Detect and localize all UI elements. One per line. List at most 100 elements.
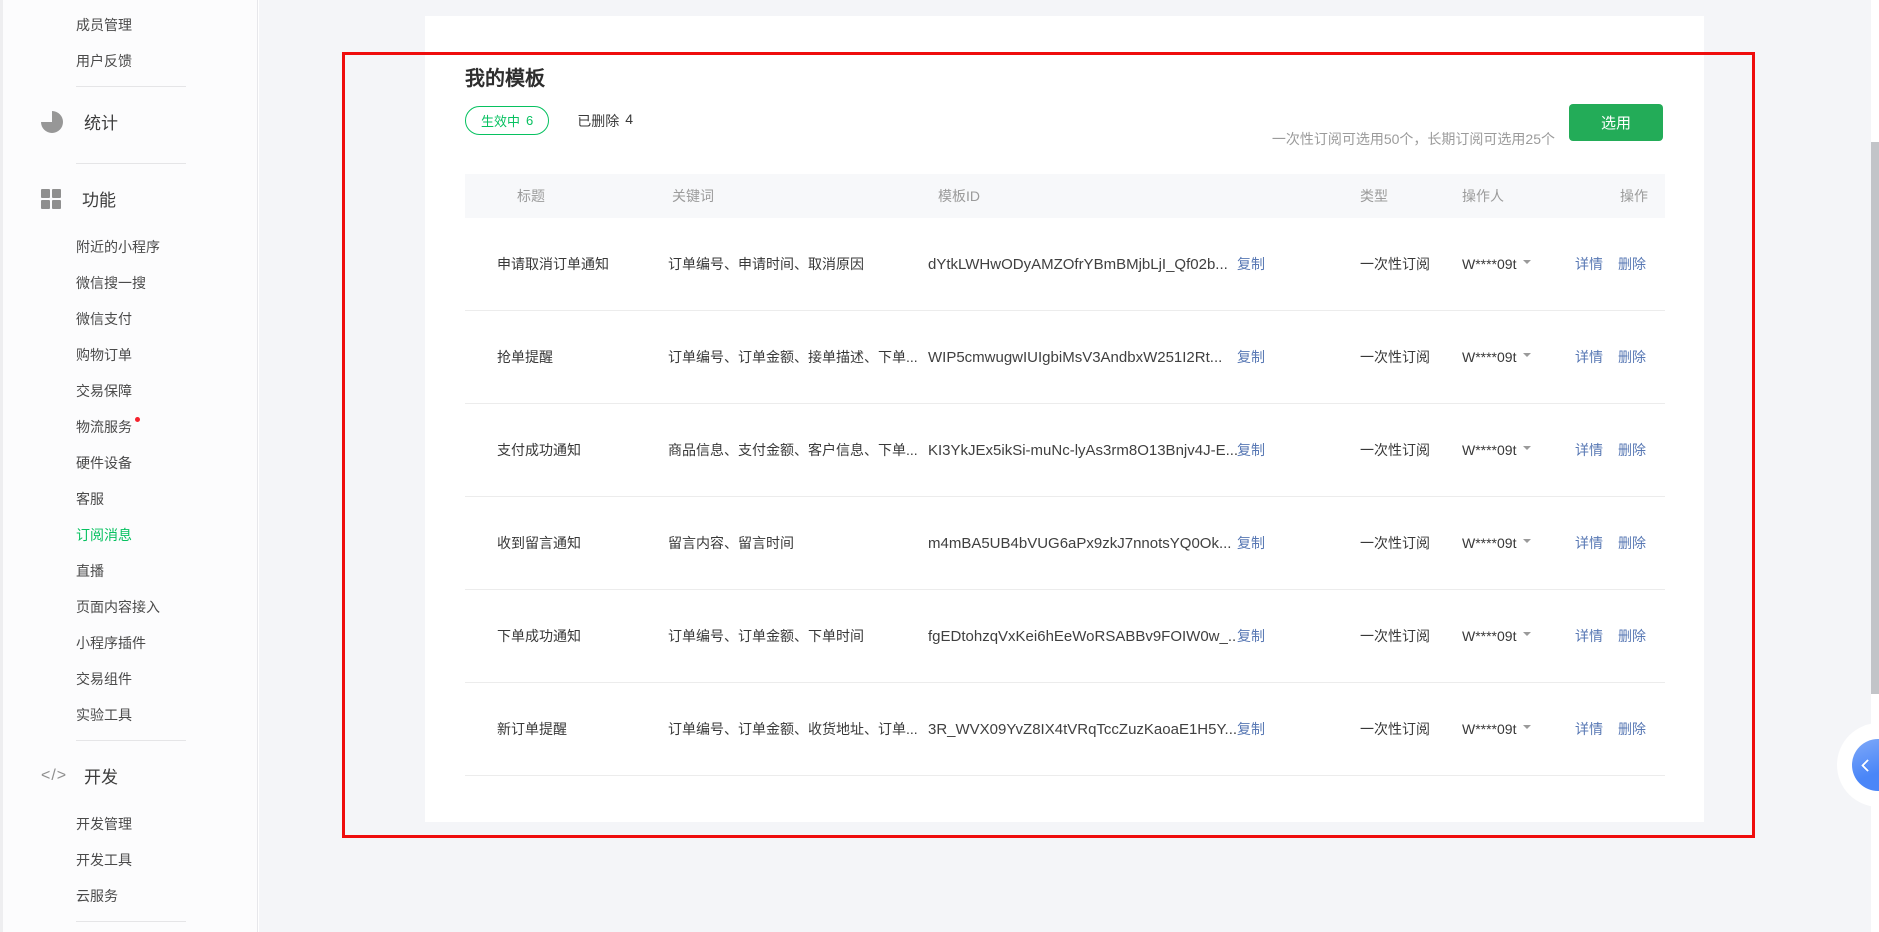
template-type: 一次性订阅: [1360, 626, 1462, 646]
template-type: 一次性订阅: [1360, 533, 1462, 553]
row-actions: 详情删除: [1575, 347, 1665, 367]
sidebar-item-func-7[interactable]: 客服: [0, 481, 257, 517]
chevron-down-icon: [1523, 260, 1531, 268]
delete-link[interactable]: 删除: [1618, 440, 1646, 460]
table-header-row: 标题 关键词 模板ID 类型 操作人 操作: [465, 174, 1665, 218]
template-keywords: 订单编号、订单金额、收货地址、订单...: [668, 719, 928, 739]
copy-template-id-link[interactable]: 复制: [1237, 719, 1360, 739]
sidebar-section-develop[interactable]: </> 开发: [0, 741, 257, 810]
template-type: 一次性订阅: [1360, 719, 1462, 739]
template-type: 一次性订阅: [1360, 254, 1462, 274]
detail-link[interactable]: 详情: [1575, 347, 1603, 367]
chevron-left-icon: [1861, 759, 1874, 772]
select-template-button[interactable]: 选用: [1569, 104, 1663, 141]
table-row: 抢单提醒订单编号、订单金额、接单描述、下单...WIP5cmwugwIUIgbi…: [465, 311, 1665, 404]
sidebar-item-func-2[interactable]: 微信支付: [0, 301, 257, 337]
col-header-operator: 操作人: [1462, 186, 1575, 206]
sidebar-item-func-13[interactable]: 实验工具: [0, 697, 257, 733]
template-title: 支付成功通知: [465, 440, 668, 460]
copy-template-id-link[interactable]: 复制: [1237, 440, 1360, 460]
template-id: fgEDtohzqVxKei6hEeWoRSABBv9FOIW0w_...: [928, 628, 1237, 645]
col-header-title: 标题: [465, 186, 668, 206]
template-id: WIP5cmwugwIUIgbiMsV3AndbxW251I2Rt...: [928, 349, 1237, 366]
template-keywords: 留言内容、留言时间: [668, 533, 928, 553]
sidebar-item-dev-2[interactable]: 云服务: [0, 878, 257, 914]
col-header-template-id: 模板ID: [928, 186, 1237, 206]
quota-note: 一次性订阅可选用50个，长期订阅可选用25个: [1272, 129, 1555, 149]
sidebar-item-func-4[interactable]: 交易保障: [0, 373, 257, 409]
sidebar-section-stats[interactable]: 统计: [0, 87, 257, 156]
operator-dropdown[interactable]: W****09t: [1462, 535, 1575, 551]
template-keywords: 订单编号、申请时间、取消原因: [668, 254, 928, 274]
template-id: KI3YkJEx5ikSi-muNc-lyAs3rm8O13Bnjv4J-E..…: [928, 442, 1237, 459]
table-row: 支付成功通知商品信息、支付金额、客户信息、下单...KI3YkJEx5ikSi-…: [465, 404, 1665, 497]
detail-link[interactable]: 详情: [1575, 719, 1603, 739]
template-type: 一次性订阅: [1360, 347, 1462, 367]
sidebar-item-func-5[interactable]: 物流服务: [0, 409, 257, 445]
operator-dropdown[interactable]: W****09t: [1462, 628, 1575, 644]
col-header-type: 类型: [1360, 186, 1462, 206]
sidebar-item-func-3[interactable]: 购物订单: [0, 337, 257, 373]
operator-name: W****09t: [1462, 349, 1516, 365]
delete-link[interactable]: 删除: [1618, 254, 1646, 274]
table-row: 申请取消订单通知订单编号、申请时间、取消原因dYtkLWHwODyAMZOfrY…: [465, 218, 1665, 311]
sidebar-item-0[interactable]: 成员管理: [0, 7, 257, 43]
detail-link[interactable]: 详情: [1575, 254, 1603, 274]
tab-active-templates[interactable]: 生效中 6: [465, 106, 549, 135]
chevron-down-icon: [1523, 446, 1531, 454]
tab-count: 6: [526, 113, 533, 128]
sidebar-item-func-10[interactable]: 页面内容接入: [0, 589, 257, 625]
sidebar-item-func-6[interactable]: 硬件设备: [0, 445, 257, 481]
pie-chart-icon: [41, 111, 63, 133]
divider: [76, 921, 186, 922]
sidebar-item-func-1[interactable]: 微信搜一搜: [0, 265, 257, 301]
row-actions: 详情删除: [1575, 440, 1665, 460]
col-header-actions: 操作: [1575, 186, 1665, 206]
sidebar-item-func-9[interactable]: 直播: [0, 553, 257, 589]
operator-dropdown[interactable]: W****09t: [1462, 256, 1575, 272]
operator-dropdown[interactable]: W****09t: [1462, 349, 1575, 365]
sidebar-item-dev-0[interactable]: 开发管理: [0, 806, 257, 842]
template-title: 申请取消订单通知: [465, 254, 668, 274]
sidebar-section-features[interactable]: 功能: [0, 164, 257, 233]
red-dot-badge: [135, 417, 140, 422]
delete-link[interactable]: 删除: [1618, 719, 1646, 739]
detail-link[interactable]: 详情: [1575, 440, 1603, 460]
template-id: dYtkLWHwODyAMZOfrYBmBMjbLjI_Qf02b...: [928, 256, 1237, 273]
copy-template-id-link[interactable]: 复制: [1237, 626, 1360, 646]
copy-template-id-link[interactable]: 复制: [1237, 254, 1360, 274]
row-actions: 详情删除: [1575, 719, 1665, 739]
main-content: 我的模板 生效中 6 已删除 4 一次性订阅可选用50个，长期订阅可选用25个 …: [259, 0, 1879, 932]
delete-link[interactable]: 删除: [1618, 347, 1646, 367]
delete-link[interactable]: 删除: [1618, 626, 1646, 646]
scrollbar-thumb[interactable]: [1871, 142, 1879, 694]
templates-card: 我的模板 生效中 6 已删除 4 一次性订阅可选用50个，长期订阅可选用25个 …: [425, 16, 1704, 822]
table-row: 下单成功通知订单编号、订单金额、下单时间fgEDtohzqVxKei6hEeWo…: [465, 590, 1665, 683]
sidebar-edge-strip: [0, 0, 3, 932]
operator-name: W****09t: [1462, 721, 1516, 737]
template-id: 3R_WVX09YvZ8IX4tVRqTccZuzKaoaE1H5Y...: [928, 721, 1237, 738]
sidebar-item-func-12[interactable]: 交易组件: [0, 661, 257, 697]
sidebar-item-func-11[interactable]: 小程序插件: [0, 625, 257, 661]
detail-link[interactable]: 详情: [1575, 533, 1603, 553]
sidebar-item-func-0[interactable]: 附近的小程序: [0, 229, 257, 265]
chevron-down-icon: [1523, 539, 1531, 547]
operator-name: W****09t: [1462, 442, 1516, 458]
detail-link[interactable]: 详情: [1575, 626, 1603, 646]
template-title: 收到留言通知: [465, 533, 668, 553]
tab-deleted-templates[interactable]: 已删除 4: [577, 111, 633, 131]
sidebar-item-func-8[interactable]: 订阅消息: [0, 517, 257, 553]
sidebar-item-dev-1[interactable]: 开发工具: [0, 842, 257, 878]
sidebar-section-label: 统计: [84, 109, 118, 134]
delete-link[interactable]: 删除: [1618, 533, 1646, 553]
copy-template-id-link[interactable]: 复制: [1237, 533, 1360, 553]
chevron-down-icon: [1523, 725, 1531, 733]
operator-dropdown[interactable]: W****09t: [1462, 442, 1575, 458]
copy-template-id-link[interactable]: 复制: [1237, 347, 1360, 367]
sidebar-item-1[interactable]: 用户反馈: [0, 43, 257, 79]
operator-dropdown[interactable]: W****09t: [1462, 721, 1575, 737]
page-title: 我的模板: [465, 62, 545, 91]
template-title: 新订单提醒: [465, 719, 668, 739]
templates-table: 标题 关键词 模板ID 类型 操作人 操作 申请取消订单通知订单编号、申请时间、…: [465, 174, 1665, 776]
chevron-down-icon: [1523, 353, 1531, 361]
